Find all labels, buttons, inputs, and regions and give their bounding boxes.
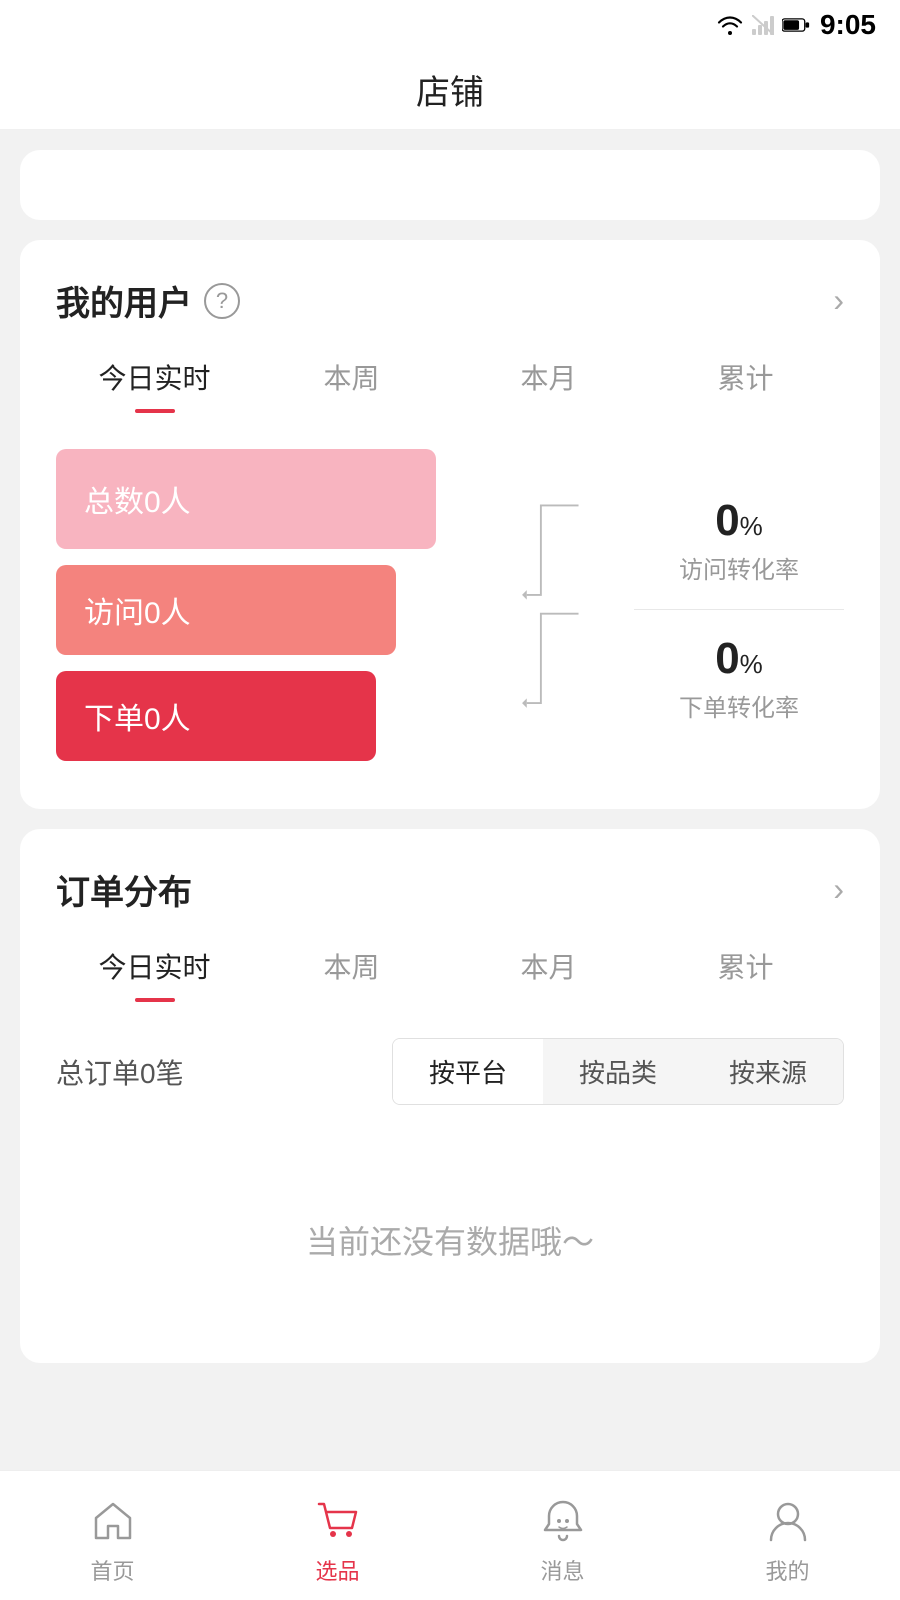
order-conversion-value: 0%: [634, 634, 844, 684]
bottom-nav: 首页 选品 消息 我的: [0, 1470, 900, 1600]
tab-today-realtime-users[interactable]: 今日实时: [56, 357, 253, 413]
my-users-chevron[interactable]: ›: [833, 282, 844, 319]
bar-total: 总数0人: [56, 449, 436, 549]
nav-message-label: 消息: [540, 1554, 584, 1586]
page-title: 店铺: [416, 65, 484, 114]
user-stats: 总数0人 访问0人 下单0人 0%: [56, 449, 844, 769]
filter-by-source[interactable]: 按来源: [693, 1039, 843, 1104]
visit-conversion-label: 访问转化率: [634, 550, 844, 585]
nav-profile[interactable]: 我的: [675, 1486, 900, 1586]
stats-bars: 总数0人 访问0人 下单0人: [56, 449, 496, 769]
tab-today-realtime-orders[interactable]: 今日实时: [56, 946, 253, 1002]
order-conversion-label: 下单转化率: [634, 688, 844, 723]
my-users-tabs: 今日实时 本周 本月 累计: [56, 357, 844, 413]
filter-by-platform[interactable]: 按平台: [393, 1039, 543, 1104]
tab-this-week-orders[interactable]: 本周: [253, 946, 450, 1002]
order-dist-chevron[interactable]: ›: [833, 871, 844, 908]
order-conversion: 0% 下单转化率: [634, 634, 844, 723]
filter-row: 总订单0笔 按平台 按品类 按来源: [56, 1038, 844, 1105]
top-banner: [20, 150, 880, 220]
my-users-card: 我的用户 ? › 今日实时 本周 本月 累计 总数0人 访问0人 下单0人: [20, 240, 880, 809]
filter-buttons: 按平台 按品类 按来源: [392, 1038, 844, 1105]
visit-conversion: 0% 访问转化率: [634, 496, 844, 585]
conversion-col: 0% 访问转化率 0% 下单转化率: [624, 449, 844, 769]
total-orders-label: 总订单0笔: [56, 1052, 184, 1092]
conv-divider: [634, 609, 844, 610]
status-time: 9:05: [820, 9, 876, 41]
bar-visit: 访问0人: [56, 565, 396, 655]
filter-by-category[interactable]: 按品类: [543, 1039, 693, 1104]
my-users-title: 我的用户: [56, 276, 192, 325]
order-dist-card: 订单分布 › 今日实时 本周 本月 累计 总订单0笔 按平台 按品类 按来源 当…: [20, 829, 880, 1363]
user-icon: [763, 1496, 813, 1546]
main-content: 我的用户 ? › 今日实时 本周 本月 累计 总数0人 访问0人 下单0人: [0, 130, 900, 1470]
nav-profile-label: 我的: [765, 1554, 809, 1586]
bar-order: 下单0人: [56, 671, 376, 761]
order-dist-title: 订单分布: [56, 865, 192, 914]
my-users-header: 我的用户 ? ›: [56, 276, 844, 325]
visit-conversion-value: 0%: [634, 496, 844, 546]
nav-home[interactable]: 首页: [0, 1486, 225, 1586]
tab-this-month-users[interactable]: 本月: [450, 357, 647, 413]
status-bar: 9:05: [0, 0, 900, 50]
empty-tip: 当前还没有数据哦～: [56, 1137, 844, 1323]
wifi-icon: [716, 15, 744, 35]
nav-message[interactable]: 消息: [450, 1486, 675, 1586]
tab-this-week-users[interactable]: 本周: [253, 357, 450, 413]
bracket-arrows: [520, 449, 600, 769]
bell-icon: [538, 1496, 588, 1546]
tab-cumulative-users[interactable]: 累计: [647, 357, 844, 413]
nav-select-products-label: 选品: [315, 1554, 359, 1586]
signal-icon: [752, 15, 774, 35]
my-users-title-group: 我的用户 ?: [56, 276, 240, 325]
help-icon[interactable]: ?: [204, 283, 240, 319]
cart-icon: [313, 1496, 363, 1546]
tab-this-month-orders[interactable]: 本月: [450, 946, 647, 1002]
nav-select-products[interactable]: 选品: [225, 1486, 450, 1586]
battery-icon: [782, 16, 810, 34]
nav-home-label: 首页: [90, 1554, 134, 1586]
home-icon: [88, 1496, 138, 1546]
status-icons: [716, 15, 810, 35]
title-bar: 店铺: [0, 50, 900, 130]
order-dist-tabs: 今日实时 本周 本月 累计: [56, 946, 844, 1002]
bracket-svg: [520, 449, 590, 769]
order-dist-header: 订单分布 ›: [56, 865, 844, 914]
tab-cumulative-orders[interactable]: 累计: [647, 946, 844, 1002]
